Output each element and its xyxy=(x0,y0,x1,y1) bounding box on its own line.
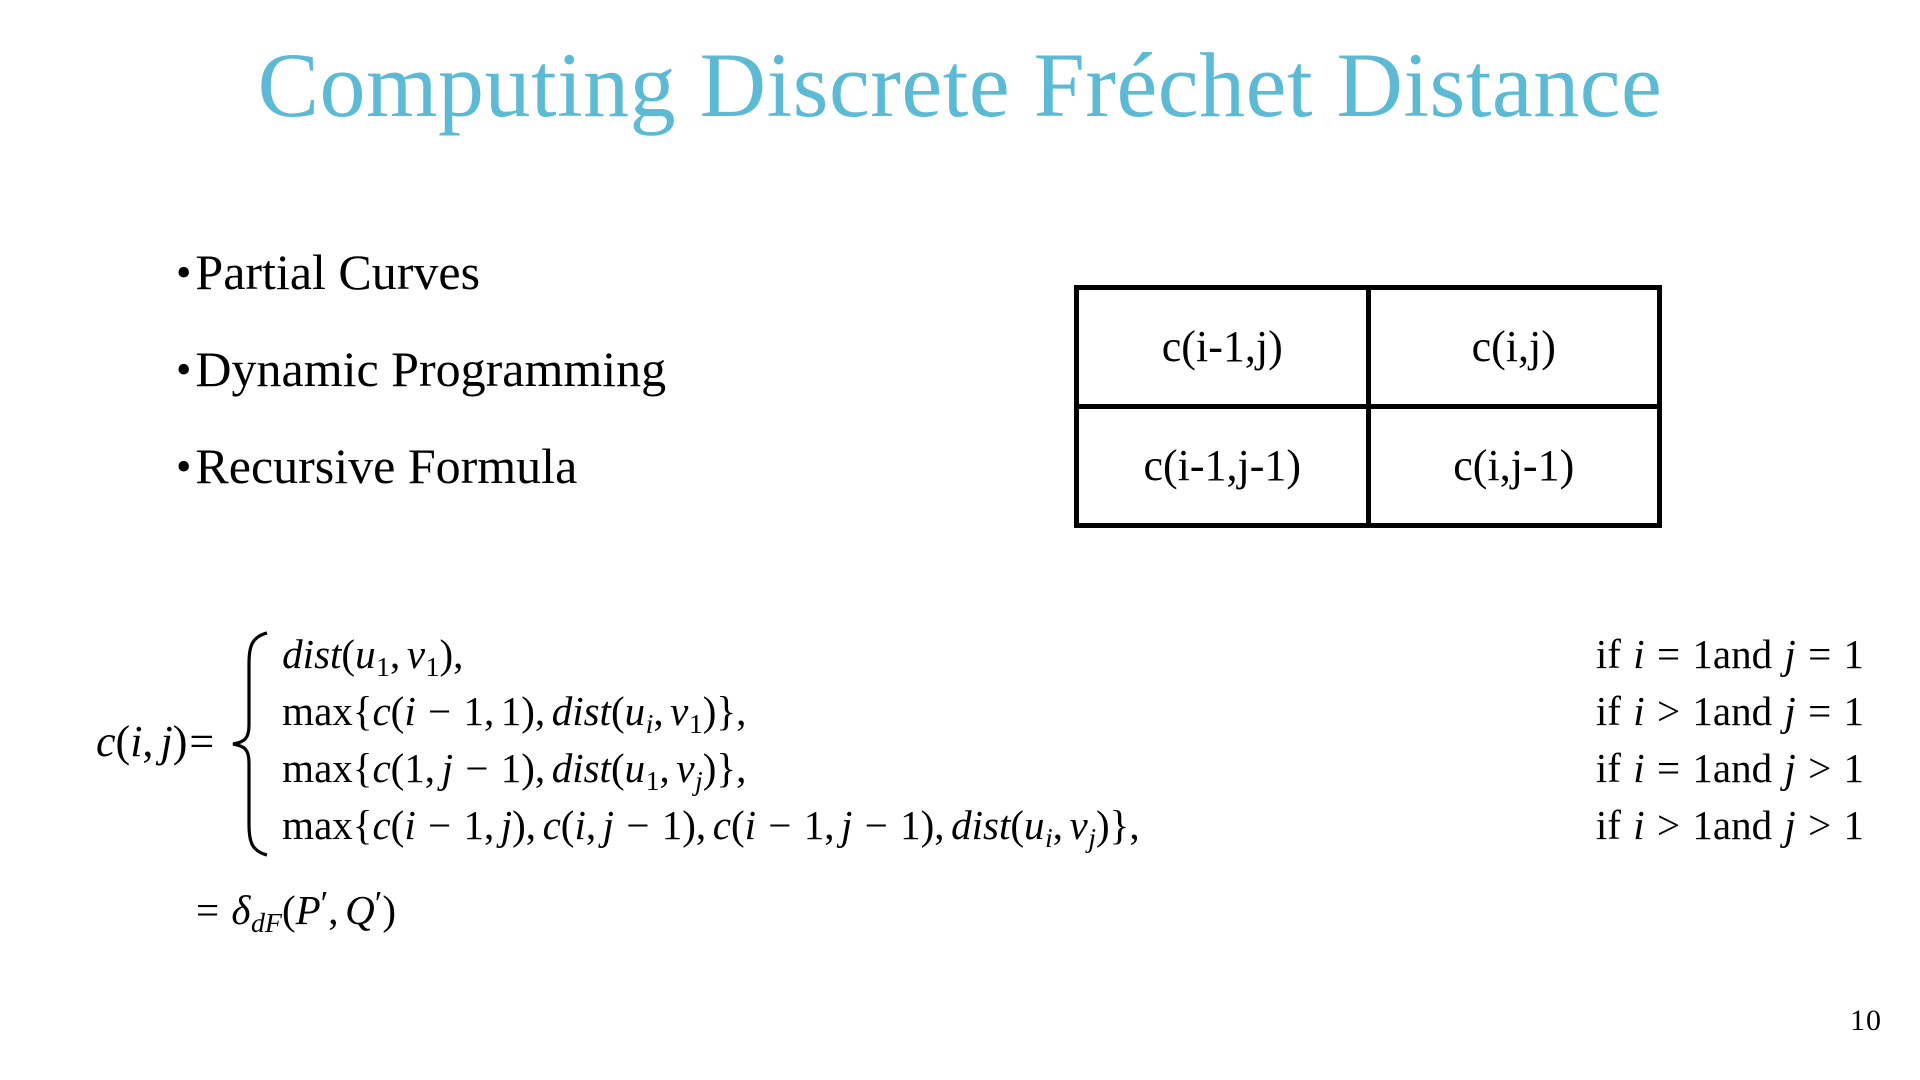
table-cell-c-i-minus-1-j: c(i-1,j) xyxy=(1074,285,1371,409)
case-expression-2: max{c(i −1, 1), dist(ui, v1)}, xyxy=(282,688,747,740)
case-row-1: dist(u1, v1), if i = 1and j = 1 xyxy=(270,630,1886,687)
bullet-list: • Partial Curves • Dynamic Programming •… xyxy=(176,247,956,538)
case-row-2: max{c(i −1, 1), dist(ui, v1)}, if i >1and j = 1 xyxy=(270,687,1886,744)
dp-recurrence-table: c(i-1,j) c(i,j) c(i-1,j-1) c(i,j-1) xyxy=(1074,285,1662,528)
recursive-formula-block: c(i, j) = dist(u1, v1), if i = 1and j = 1 xyxy=(96,630,1886,940)
case-condition-3: if i = 1and j >1 xyxy=(1595,745,1864,791)
table-row: c(i-1,j-1) c(i,j-1) xyxy=(1074,404,1662,528)
lhs-close-paren: ) xyxy=(172,716,188,766)
bullet-dot-icon: • xyxy=(176,345,192,394)
list-item: • Dynamic Programming xyxy=(176,344,956,394)
case-expression-4: max{c(i −1, j), c(i, j −1), c(i −1, j −1), dist(ui… xyxy=(282,802,1140,854)
page-number: 10 xyxy=(1850,1004,1882,1037)
formula-final-line: = δdF(P′, Q′) xyxy=(196,884,396,939)
lhs-open-paren: ( xyxy=(115,716,131,766)
case-expression-1: dist(u1, v1), xyxy=(282,631,464,683)
page-title: Computing Discrete Fréchet Distance xyxy=(257,34,1663,136)
list-item-label: Partial Curves xyxy=(195,244,481,300)
slide-canvas: Computing Discrete Fréchet Distance • Pa… xyxy=(0,0,1920,1080)
table-cell-c-i-minus-1-j-minus-1: c(i-1,j-1) xyxy=(1074,404,1371,528)
list-item-label: Dynamic Programming xyxy=(195,341,667,397)
case-condition-4: if i >1and j >1 xyxy=(1595,802,1864,848)
case-row-4: max{c(i −1, j), c(i, j −1), c(i −1, j −1), dist(ui… xyxy=(270,801,1886,858)
list-item: • Partial Curves xyxy=(176,247,956,297)
lhs-arg-i: i xyxy=(130,716,143,766)
lhs-equals-sign: = xyxy=(189,716,215,766)
list-item: • Recursive Formula xyxy=(176,441,956,491)
cases-equation: c(i, j) = dist(u1, v1), if i = 1and j = 1 xyxy=(96,630,1886,858)
table-row: c(i-1,j) c(i,j) xyxy=(1074,285,1662,409)
list-item-label: Recursive Formula xyxy=(195,438,578,494)
lhs-comma: , xyxy=(142,716,154,766)
case-expression-3: max{c(1, j −1), dist(u1, vj)}, xyxy=(282,745,747,797)
cases-body: dist(u1, v1), if i = 1and j = 1 max{c(i −1, 1), di… xyxy=(270,630,1886,858)
bullet-dot-icon: • xyxy=(176,442,192,491)
table-cell-c-i-j: c(i,j) xyxy=(1365,285,1662,409)
case-condition-1: if i = 1and j = 1 xyxy=(1595,631,1864,677)
lhs-function-name: c xyxy=(96,716,116,766)
table-cell-c-i-j-minus-1: c(i,j-1) xyxy=(1365,404,1662,528)
case-condition-2: if i >1and j = 1 xyxy=(1595,688,1864,734)
lhs-arg-j: j xyxy=(160,716,173,766)
large-left-brace-icon xyxy=(226,630,270,858)
bullet-dot-icon: • xyxy=(176,248,192,297)
formula-left-hand-side: c(i, j) = xyxy=(96,630,226,858)
case-row-3: max{c(1, j −1), dist(u1, vj)}, if i = 1and j >1 xyxy=(270,744,1886,801)
